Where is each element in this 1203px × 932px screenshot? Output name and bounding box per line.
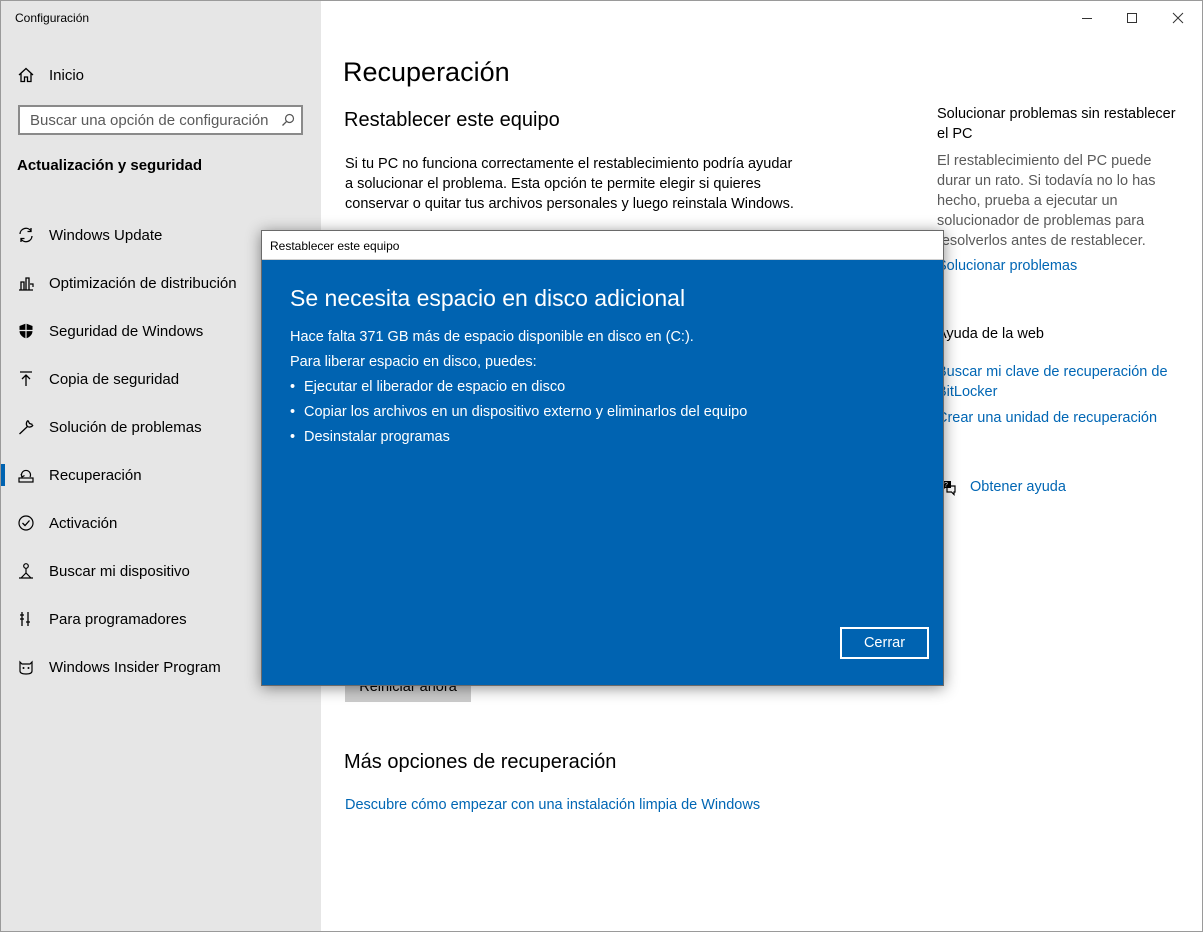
reset-heading: Restablecer este equipo: [344, 109, 560, 131]
recovery-drive-link[interactable]: Crear una unidad de recuperación: [937, 410, 1157, 426]
delivery-icon: [17, 274, 35, 292]
sidebar-item-label: Buscar mi dispositivo: [49, 562, 190, 580]
list-item-text: Desinstalar programas: [304, 429, 450, 445]
close-dialog-button[interactable]: Cerrar: [840, 627, 929, 659]
app-title: Configuración: [15, 11, 90, 25]
wrench-icon: [17, 418, 35, 436]
recovery-icon: [17, 466, 35, 484]
nav-home-label: Inicio: [49, 66, 85, 84]
search-box[interactable]: [18, 105, 303, 135]
dialog-titlebar: Restablecer este equipo: [262, 231, 943, 260]
sidebar-item-label: Windows Update: [49, 226, 163, 244]
list-item-text: Copiar los archivos en un dispositivo ex…: [304, 404, 748, 420]
close-icon[interactable]: [1169, 9, 1187, 27]
bitlocker-key-link[interactable]: Buscar mi clave de recuperación de BitLo…: [937, 362, 1182, 402]
reset-description: Si tu PC no funciona correctamente el re…: [345, 156, 794, 212]
maximize-icon[interactable]: [1123, 9, 1141, 27]
person-pin-icon: [17, 562, 35, 580]
troubleshoot-link[interactable]: Solucionar problemas: [937, 258, 1077, 274]
svg-text:?: ?: [944, 482, 948, 489]
settings-window: Configuración Inicio Actualización y seg…: [0, 0, 1203, 932]
page-title: Recuperación: [343, 57, 510, 87]
sidebar-item-label: Recuperación: [49, 466, 142, 484]
shield-icon: [17, 322, 35, 340]
list-item: • Desinstalar programas: [290, 429, 747, 454]
reset-dialog: Restablecer este equipo Se necesita espa…: [261, 230, 944, 686]
list-item-text: Ejecutar el liberador de espacio en disc…: [304, 379, 566, 395]
sidebar-item-label: Windows Insider Program: [49, 658, 221, 676]
backup-arrow-icon: [17, 370, 35, 388]
bullet: •: [290, 379, 296, 395]
list-item: • Ejecutar el liberador de espacio en dis…: [290, 379, 747, 404]
dialog-free-space-intro: Para liberar espacio en disco, puedes:: [290, 354, 537, 370]
sidebar-item-label: Seguridad de Windows: [49, 322, 204, 340]
section-title: Actualización y seguridad: [17, 157, 203, 174]
dialog-title: Restablecer este equipo: [270, 239, 400, 253]
search-icon[interactable]: [281, 113, 295, 127]
refresh-icon: [17, 226, 35, 244]
get-help-link[interactable]: Obtener ayuda: [970, 479, 1066, 495]
list-item: • Copiar los archivos en un dispositivo e…: [290, 404, 747, 429]
sidebar-item-label: Para programadores: [49, 610, 187, 628]
get-help-row[interactable]: ? Obtener ayuda: [939, 478, 1066, 496]
minimize-icon[interactable]: [1078, 9, 1096, 27]
dialog-heading: Se necesita espacio en disco adicional: [290, 285, 686, 311]
web-help-title: Ayuda de la web: [937, 326, 1044, 342]
troubleshoot-text: El restablecimiento del PC puede durar u…: [937, 153, 1156, 249]
troubleshoot-title: Solucionar problemas sin restablecer el …: [937, 106, 1176, 142]
nav-home[interactable]: Inicio: [17, 63, 84, 87]
more-options-heading: Más opciones de recuperación: [344, 751, 617, 773]
search-input[interactable]: [20, 111, 280, 129]
bullet: •: [290, 429, 296, 445]
clean-install-link[interactable]: Descubre cómo empezar con una instalació…: [345, 797, 760, 813]
insider-cat-icon: [17, 658, 35, 676]
dev-tools-icon: [17, 610, 35, 628]
dialog-options-list: • Ejecutar el liberador de espacio en dis…: [290, 379, 747, 454]
dialog-space-needed: Hace falta 371 GB más de espacio disponi…: [290, 329, 694, 345]
sidebar-item-label: Solución de problemas: [49, 418, 202, 436]
sidebar-item-label: Copia de seguridad: [49, 370, 180, 388]
bullet: •: [290, 404, 296, 420]
check-circle-icon: [17, 514, 35, 532]
home-icon: [17, 66, 35, 84]
sidebar-item-label: Activación: [49, 514, 118, 532]
sidebar-item-label: Optimización de distribución: [49, 274, 237, 292]
